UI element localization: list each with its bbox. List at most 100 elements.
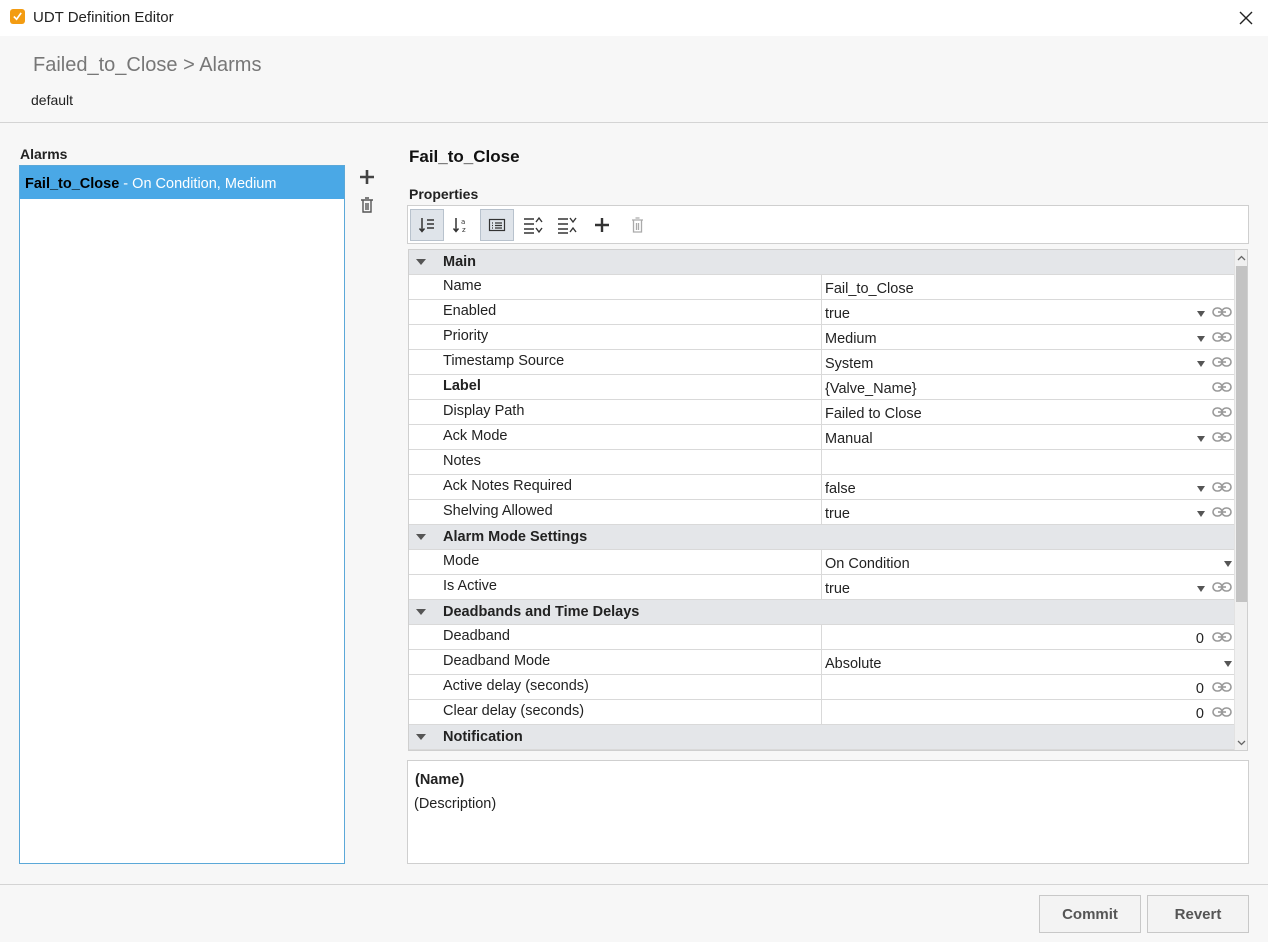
property-value[interactable]: Manual <box>825 431 873 447</box>
scrollbar-thumb[interactable] <box>1236 266 1247 602</box>
property-value-cell[interactable]: 0 <box>821 625 1235 649</box>
alarm-list-item[interactable]: Fail_to_Close - On Condition, Medium <box>20 166 344 199</box>
dropdown-arrow-icon[interactable] <box>1197 361 1205 367</box>
property-value-cell[interactable]: Failed to Close <box>821 400 1235 424</box>
close-button[interactable] <box>1232 4 1260 32</box>
property-row[interactable]: Deadband Mode Absolute <box>409 650 1235 675</box>
commit-button[interactable]: Commit <box>1039 895 1141 933</box>
binding-link-icon[interactable] <box>1212 305 1232 319</box>
collapse-arrow-icon[interactable] <box>416 534 426 540</box>
dropdown-arrow-icon[interactable] <box>1197 436 1205 442</box>
property-row[interactable]: Enabled true <box>409 300 1235 325</box>
binding-link-icon[interactable] <box>1212 380 1232 394</box>
binding-link-icon[interactable] <box>1212 580 1232 594</box>
collapse-arrow-icon[interactable] <box>416 734 426 740</box>
binding-link-icon[interactable] <box>1212 505 1232 519</box>
property-value[interactable]: 0 <box>1196 706 1204 722</box>
property-grid[interactable]: Main Name Fail_to_Close Enabled true Priority… <box>408 249 1248 751</box>
category-row[interactable]: Alarm Mode Settings <box>409 525 1235 550</box>
sort-alphabetical-button[interactable]: az <box>444 209 478 241</box>
property-value[interactable]: 0 <box>1196 631 1204 647</box>
dropdown-arrow-icon[interactable] <box>1197 336 1205 342</box>
property-row[interactable]: Display Path Failed to Close <box>409 400 1235 425</box>
property-value[interactable]: true <box>825 306 850 322</box>
delete-alarm-button[interactable] <box>356 194 378 216</box>
alarm-list[interactable]: Fail_to_Close - On Condition, Medium <box>19 165 345 864</box>
property-value-cell[interactable]: Manual <box>821 425 1235 449</box>
property-row[interactable]: Name Fail_to_Close <box>409 275 1235 300</box>
revert-button[interactable]: Revert <box>1147 895 1249 933</box>
dropdown-arrow-icon[interactable] <box>1197 486 1205 492</box>
property-value-cell[interactable]: 0 <box>821 700 1235 724</box>
property-value-cell[interactable]: Fail_to_Close <box>821 275 1235 299</box>
property-row[interactable]: Label {Valve_Name} <box>409 375 1235 400</box>
property-row[interactable]: Is Active true <box>409 575 1235 600</box>
expand-all-button[interactable] <box>516 209 550 241</box>
description-panel-button[interactable] <box>480 209 514 241</box>
dropdown-arrow-icon[interactable] <box>1197 311 1205 317</box>
property-row[interactable]: Timestamp Source System <box>409 350 1235 375</box>
category-row[interactable]: Notification <box>409 725 1235 750</box>
property-value[interactable]: 0 <box>1196 681 1204 697</box>
dropdown-arrow-icon[interactable] <box>1224 661 1232 667</box>
property-value[interactable]: true <box>825 506 850 522</box>
binding-link-icon[interactable] <box>1212 405 1232 419</box>
property-row[interactable]: Ack Mode Manual <box>409 425 1235 450</box>
property-row[interactable]: Priority Medium <box>409 325 1235 350</box>
property-row[interactable]: Deadband 0 <box>409 625 1235 650</box>
category-row[interactable]: Deadbands and Time Delays <box>409 600 1235 625</box>
property-row[interactable]: Active delay (seconds) 0 <box>409 675 1235 700</box>
binding-link-icon[interactable] <box>1212 630 1232 644</box>
udt-editor-icon <box>10 9 25 24</box>
property-row[interactable]: Mode On Condition <box>409 550 1235 575</box>
property-name: Ack Notes Required <box>443 478 572 494</box>
property-row[interactable]: Ack Notes Required false <box>409 475 1235 500</box>
property-value[interactable]: System <box>825 356 873 372</box>
property-value[interactable]: {Valve_Name} <box>825 381 917 397</box>
binding-link-icon[interactable] <box>1212 355 1232 369</box>
collapse-all-button[interactable] <box>550 209 584 241</box>
description-text: (Description) <box>414 796 497 812</box>
sort-categorized-button[interactable] <box>410 209 444 241</box>
property-value[interactable]: Medium <box>825 331 877 347</box>
property-value-cell[interactable]: On Condition <box>821 550 1235 574</box>
property-grid-scrollbar[interactable] <box>1234 250 1247 750</box>
add-alarm-button[interactable] <box>356 166 378 188</box>
property-row[interactable]: Clear delay (seconds) 0 <box>409 700 1235 725</box>
property-name: Name <box>443 278 482 294</box>
property-value-cell[interactable]: System <box>821 350 1235 374</box>
property-row[interactable]: Shelving Allowed true <box>409 500 1235 525</box>
binding-link-icon[interactable] <box>1212 705 1232 719</box>
property-row[interactable]: Notes <box>409 450 1235 475</box>
add-property-button[interactable] <box>585 209 619 241</box>
property-value-cell[interactable]: true <box>821 500 1235 524</box>
property-value[interactable]: Failed to Close <box>825 406 922 422</box>
scroll-down-icon[interactable] <box>1237 738 1246 747</box>
property-value-cell[interactable]: {Valve_Name} <box>821 375 1235 399</box>
property-value-cell[interactable]: Medium <box>821 325 1235 349</box>
property-value[interactable]: Absolute <box>825 656 881 672</box>
property-value[interactable]: false <box>825 481 856 497</box>
svg-text:a: a <box>461 218 465 226</box>
property-value[interactable]: On Condition <box>825 556 910 572</box>
delete-property-button[interactable] <box>620 209 654 241</box>
dropdown-arrow-icon[interactable] <box>1197 511 1205 517</box>
dropdown-arrow-icon[interactable] <box>1197 586 1205 592</box>
collapse-arrow-icon[interactable] <box>416 259 426 265</box>
property-value-cell[interactable] <box>821 450 1235 474</box>
binding-link-icon[interactable] <box>1212 430 1232 444</box>
property-value[interactable]: Fail_to_Close <box>825 281 914 297</box>
category-row[interactable]: Main <box>409 250 1235 275</box>
binding-link-icon[interactable] <box>1212 330 1232 344</box>
scroll-up-icon[interactable] <box>1237 254 1246 263</box>
binding-link-icon[interactable] <box>1212 480 1232 494</box>
property-value-cell[interactable]: true <box>821 575 1235 599</box>
property-value-cell[interactable]: Absolute <box>821 650 1235 674</box>
property-value[interactable]: true <box>825 581 850 597</box>
dropdown-arrow-icon[interactable] <box>1224 561 1232 567</box>
binding-link-icon[interactable] <box>1212 680 1232 694</box>
collapse-arrow-icon[interactable] <box>416 609 426 615</box>
property-value-cell[interactable]: false <box>821 475 1235 499</box>
property-value-cell[interactable]: 0 <box>821 675 1235 699</box>
property-value-cell[interactable]: true <box>821 300 1235 324</box>
